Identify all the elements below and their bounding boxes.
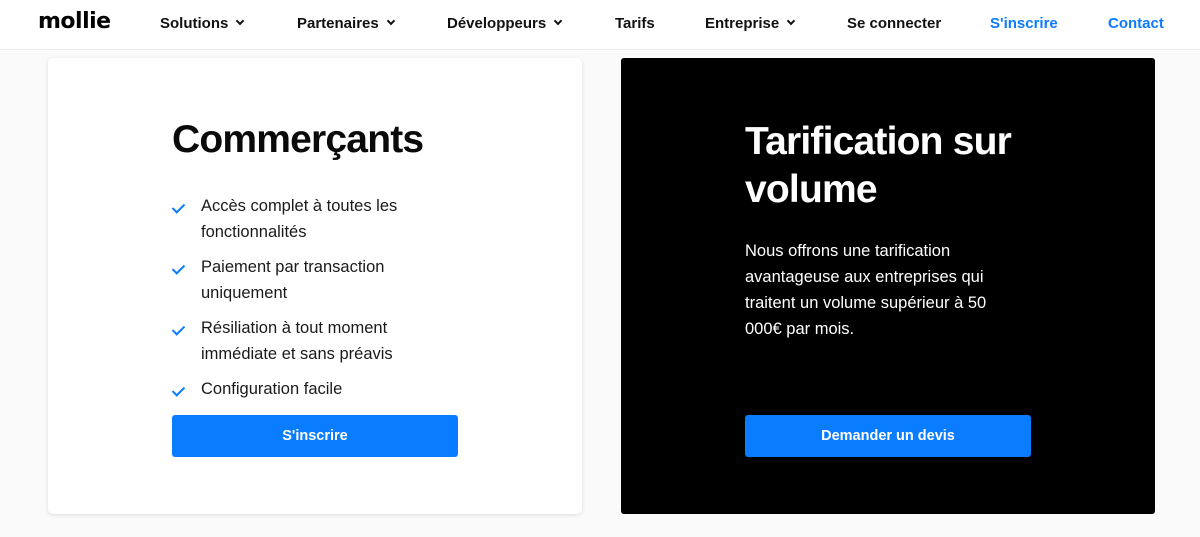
feature-item: Paiement par transaction uniquement bbox=[171, 255, 452, 306]
features-list: Accès complet à toutes les fonctionnalit… bbox=[171, 194, 452, 413]
nav-tarifs-label: Tarifs bbox=[615, 15, 655, 32]
feature-text: Configuration facile bbox=[201, 380, 343, 398]
feature-item: Résiliation à tout moment immédiate et s… bbox=[171, 316, 452, 367]
request-quote-button[interactable]: Demander un devis bbox=[745, 415, 1031, 457]
volume-pricing-card: Tarification sur volume Nous offrons une… bbox=[621, 58, 1155, 514]
feature-text: Accès complet à toutes les fonctionnalit… bbox=[201, 197, 398, 241]
nav-sinscrire[interactable]: S'inscrire bbox=[990, 15, 1058, 32]
feature-text: Résiliation à tout moment immédiate et s… bbox=[201, 319, 393, 363]
nav-partenaires-label: Partenaires bbox=[297, 15, 379, 32]
chevron-down-icon bbox=[236, 16, 245, 26]
nav-entreprise[interactable]: Entreprise bbox=[705, 15, 796, 32]
nav-partenaires[interactable]: Partenaires bbox=[297, 15, 395, 32]
signup-button[interactable]: S'inscrire bbox=[172, 415, 458, 457]
check-icon bbox=[171, 200, 186, 214]
chevron-down-icon bbox=[786, 16, 796, 26]
nav-solutions-label: Solutions bbox=[160, 15, 229, 32]
feature-item: Configuration facile bbox=[171, 377, 452, 403]
nav-contact[interactable]: Contact bbox=[1108, 15, 1164, 32]
check-icon bbox=[171, 322, 186, 336]
merchants-title: Commerçants bbox=[172, 118, 424, 161]
check-icon bbox=[171, 383, 186, 397]
chevron-down-icon bbox=[386, 16, 395, 26]
chevron-down-icon bbox=[553, 16, 563, 26]
volume-title: Tarification sur volume bbox=[745, 120, 1012, 211]
nav-developpeurs[interactable]: Développeurs bbox=[447, 15, 563, 32]
check-icon bbox=[171, 261, 186, 275]
mollie-logo[interactable]: mollie bbox=[38, 9, 111, 34]
volume-description: Nous offrons une tarification avantageus… bbox=[745, 242, 987, 338]
nav-sinscrire-label: S'inscrire bbox=[990, 15, 1058, 32]
nav-contact-label: Contact bbox=[1108, 15, 1164, 32]
nav-tarifs[interactable]: Tarifs bbox=[615, 15, 655, 32]
nav-solutions[interactable]: Solutions bbox=[160, 15, 245, 32]
nav-developpeurs-label: Développeurs bbox=[447, 15, 547, 32]
feature-item: Accès complet à toutes les fonctionnalit… bbox=[171, 194, 452, 245]
nav-se-connecter[interactable]: Se connecter bbox=[847, 15, 941, 32]
nav-se-connecter-label: Se connecter bbox=[847, 15, 942, 32]
feature-text: Paiement par transaction uniquement bbox=[201, 258, 385, 302]
site-header: mollie Solutions Partenaires Développeur… bbox=[0, 0, 1200, 50]
nav-entreprise-label: Entreprise bbox=[705, 15, 780, 32]
merchants-card: Commerçants Accès complet à toutes les f… bbox=[48, 58, 582, 514]
